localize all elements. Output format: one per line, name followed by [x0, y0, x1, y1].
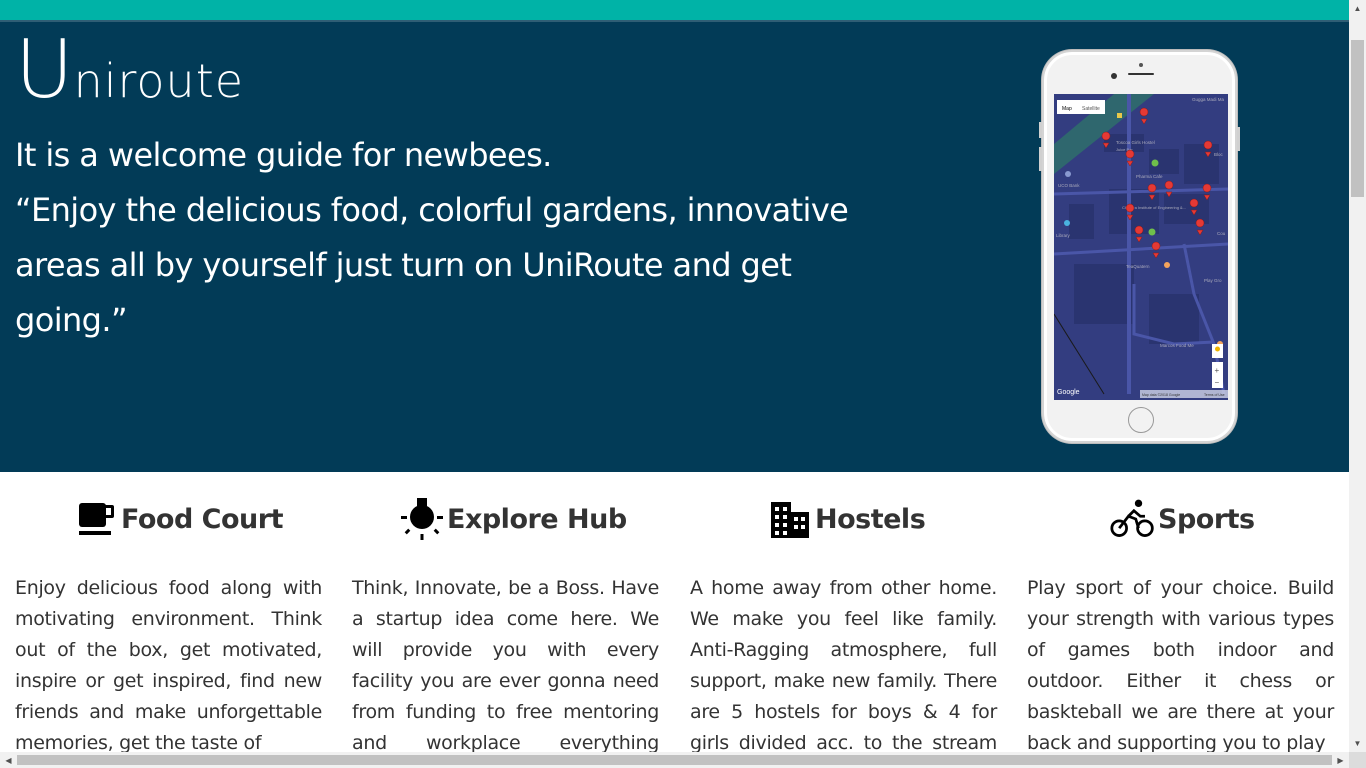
brand-logo-text: Uniroute — [15, 30, 244, 110]
feature-title: Sports — [1158, 503, 1255, 535]
horizontal-scroll-thumb[interactable] — [17, 755, 1332, 765]
map-label: Library — [1056, 233, 1071, 238]
phone-home-button — [1128, 407, 1154, 433]
feature-title: Explore Hub — [447, 503, 627, 535]
feature-description: Think, Innovate, be a Boss. Have a start… — [352, 577, 659, 754]
phone-side-button — [1237, 127, 1240, 151]
phone-side-button — [1039, 122, 1042, 138]
scroll-down-arrow-icon[interactable]: ▼ — [1349, 735, 1366, 752]
scrollbar-corner — [1349, 752, 1366, 768]
map-label: Cou — [1217, 231, 1226, 236]
map-attribution: Map data ©2018 Google — [1142, 393, 1180, 397]
horizontal-scrollbar[interactable]: ◀ ▶ — [0, 752, 1349, 768]
phone-camera — [1111, 73, 1117, 79]
phone-speaker — [1128, 73, 1154, 75]
campus-map[interactable]: Map Satellite Gugga Madi Ma Toscoa Girls… — [1054, 94, 1228, 400]
map-poi-icon[interactable] — [1064, 220, 1070, 226]
map-tab-satellite[interactable]: Satellite — [1082, 106, 1100, 112]
google-logo: Google — [1057, 389, 1080, 396]
scroll-up-arrow-icon[interactable]: ▲ — [1349, 0, 1366, 17]
map-label: Play Gro — [1204, 278, 1222, 283]
tagline-quote: “Enjoy the delicious food, colorful gard… — [15, 191, 849, 339]
feature-title: Hostels — [815, 503, 926, 535]
map-poi-icon[interactable] — [1117, 113, 1122, 118]
feature-description: Enjoy delicious food along with motivati… — [15, 577, 322, 754]
map-screen[interactable]: Map Satellite Gugga Madi Ma Toscoa Girls… — [1054, 94, 1228, 400]
map-label: Toscoa Girls Hostel — [1116, 140, 1155, 145]
map-poi-icon[interactable] — [1151, 159, 1159, 167]
map-label: Gugga Madi Ma — [1192, 97, 1225, 102]
brand-rest: niroute — [73, 54, 245, 108]
feature-description: A home away from other home. We make you… — [690, 577, 997, 754]
phone-sensor — [1139, 63, 1143, 67]
phone-mockup: Map Satellite Gugga Madi Ma Toscoa Girls… — [1039, 50, 1240, 443]
bicycle-icon — [1110, 496, 1156, 542]
map-label: TeaQuatern — [1126, 264, 1150, 269]
phone-side-button — [1039, 147, 1042, 171]
map-poi-icon[interactable] — [1164, 262, 1170, 268]
scroll-left-arrow-icon[interactable]: ◀ — [0, 752, 17, 768]
features-section: Food Court Enjoy delicious food along wi… — [0, 472, 1349, 754]
map-label: UCO Bank — [1058, 183, 1080, 188]
map-label: Bloc — [1214, 152, 1224, 157]
coffee-cup-icon — [73, 496, 119, 542]
vertical-scroll-thumb[interactable] — [1351, 40, 1364, 197]
map-label: Marcos Food Me — [1160, 343, 1194, 348]
map-poi-icon[interactable] — [1065, 171, 1071, 177]
scroll-right-arrow-icon[interactable]: ▶ — [1332, 752, 1349, 768]
feature-title: Food Court — [121, 503, 283, 535]
map-tab-map[interactable]: Map — [1062, 106, 1072, 112]
zoom-in-button[interactable]: + — [1215, 366, 1220, 375]
map-label: Pharma Cafe — [1136, 174, 1163, 179]
feature-header: Food Court — [73, 496, 283, 542]
feature-description: Play sport of your choice. Build your st… — [1027, 577, 1334, 754]
building-icon — [767, 496, 813, 542]
vertical-scrollbar[interactable]: ▲ ▼ — [1349, 0, 1366, 752]
top-accent-bar — [0, 0, 1349, 20]
hero-section: Uniroute It is a welcome guide for newbe… — [0, 20, 1349, 472]
map-poi-icon[interactable] — [1148, 228, 1156, 236]
tagline-line1: It is a welcome guide for newbees. — [15, 136, 552, 174]
lightbulb-icon — [399, 496, 445, 542]
brand-initial: U — [15, 23, 74, 116]
hero-tagline: It is a welcome guide for newbees. “Enjo… — [15, 128, 905, 348]
feature-header: Sports — [1110, 496, 1255, 542]
map-terms-link[interactable]: Terms of Use — [1204, 393, 1225, 397]
feature-header: Explore Hub — [399, 496, 627, 542]
zoom-out-button[interactable]: − — [1215, 378, 1220, 387]
feature-header: Hostels — [767, 496, 926, 542]
